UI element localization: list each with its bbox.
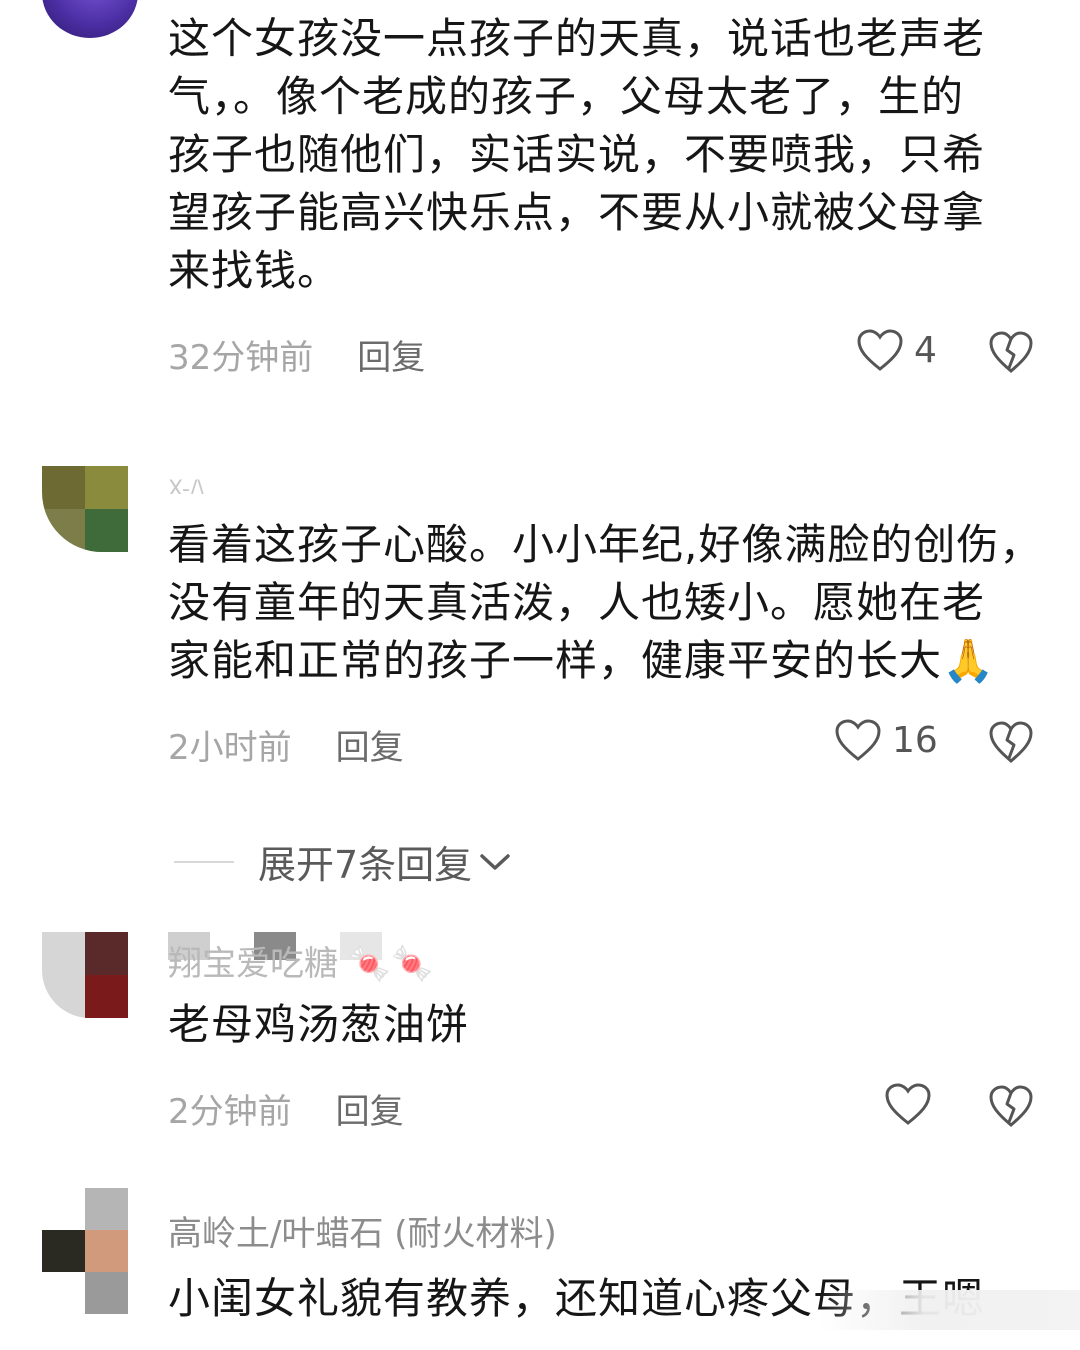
broken-heart-icon [989, 331, 1033, 373]
comment-meta: 2小时前 回复 [168, 720, 404, 769]
divider [174, 860, 234, 863]
like-button[interactable]: 16 [834, 718, 938, 762]
comment-text-line: 看着这孩子心酸。小小年纪,好像满脸的创伤， [168, 520, 1043, 569]
mosaic-block [85, 1230, 128, 1272]
comment-text-line: 这个女孩没一点孩子的天真，说话也老声老 [168, 14, 986, 63]
avatar[interactable] [42, 0, 138, 38]
comment-time: 2小时前 [168, 728, 292, 768]
chevron-down-icon [480, 853, 510, 870]
comment-meta: 32分钟前 回复 [168, 330, 425, 379]
comment-text-line: 家能和正常的孩子一样，健康平安的长大🙏 [168, 636, 996, 685]
mosaic-block [85, 1188, 128, 1230]
heart-outline-icon [885, 1083, 931, 1125]
broken-heart-icon [989, 721, 1033, 763]
comment-author[interactable]: 翔宝爱吃糖 🍬🍬 [168, 944, 433, 984]
comment-time: 32分钟前 [168, 338, 314, 378]
comment-text: 看着这孩子心酸。小小年纪,好像满脸的创伤， 没有童年的天真活泼，人也矮小。愿她在… [168, 516, 1043, 690]
comment-text-line: 老母鸡汤葱油饼 [168, 1000, 470, 1049]
reply-button[interactable]: 回复 [357, 330, 425, 379]
heart-outline-icon [857, 329, 903, 371]
comment-author[interactable]: X-/\ [168, 470, 205, 494]
comment-meta: 2分钟前 回复 [168, 1084, 404, 1133]
dislike-button[interactable] [988, 720, 1034, 764]
comment-text: 老母鸡汤葱油饼 [168, 996, 1040, 1054]
comment-time: 2分钟前 [168, 1092, 292, 1132]
watermark-overlay [820, 1290, 1080, 1330]
broken-heart-icon [989, 1085, 1033, 1127]
like-count: 4 [914, 329, 937, 371]
comment-text-line: 气，。像个老成的孩子，父母太老了，生的 [168, 72, 965, 121]
mosaic-block [85, 1272, 128, 1314]
comment-text-line: 没有童年的天真活泼，人也矮小。愿她在老 [168, 578, 986, 627]
like-count: 16 [892, 719, 938, 761]
avatar[interactable] [42, 1188, 128, 1314]
comment-text: 这个女孩没一点孩子的天真，说话也老声老 气，。像个老成的孩子，父母太老了，生的 … [168, 10, 1040, 300]
expand-replies-button[interactable]: 展开7条回复 [174, 834, 512, 889]
reply-button[interactable]: 回复 [336, 720, 404, 769]
dislike-button[interactable] [988, 1084, 1034, 1128]
avatar[interactable] [42, 466, 128, 552]
reply-button[interactable]: 回复 [336, 1084, 404, 1133]
heart-outline-icon [835, 719, 881, 761]
mosaic-block [42, 1230, 85, 1272]
expand-replies-label: 展开7条回复 [258, 843, 473, 887]
comment-author[interactable]: 高岭土/叶蜡石 (耐火材料) [168, 1214, 557, 1254]
comment-text-line: 孩子也随他们，实话实说，不要喷我，只希 [168, 130, 986, 179]
like-button[interactable]: 4 [856, 328, 937, 372]
comment-text-line: 望孩子能高兴快乐点，不要从小就被父母拿 [168, 188, 986, 237]
dislike-button[interactable] [988, 330, 1034, 374]
like-button[interactable] [884, 1082, 942, 1126]
comment-text-line: 来找钱。 [168, 246, 341, 295]
avatar[interactable] [42, 932, 128, 1018]
